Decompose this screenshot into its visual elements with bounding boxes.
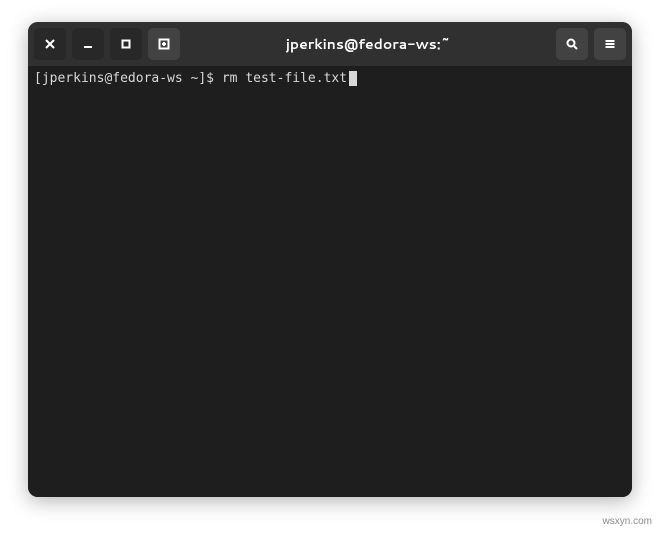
- terminal-prompt: [jperkins@fedora-ws ~]$: [34, 71, 222, 86]
- terminal-cursor: [349, 71, 357, 86]
- terminal-command: rm test-file.txt: [222, 71, 347, 86]
- window-title: jperkins@fedora-ws:~: [186, 34, 550, 54]
- minimize-icon: [81, 37, 95, 51]
- terminal-window: jperkins@fedora-ws:~ [jperkins@fedora-ws…: [28, 22, 632, 497]
- titlebar-right-controls: [556, 28, 626, 60]
- new-tab-button[interactable]: [148, 28, 180, 60]
- titlebar-left-controls: [34, 28, 180, 60]
- terminal-body[interactable]: [jperkins@fedora-ws ~]$ rm test-file.txt: [28, 66, 632, 497]
- close-icon: [43, 37, 57, 51]
- watermark: wsxyn.com: [603, 516, 652, 527]
- search-icon: [565, 37, 579, 51]
- hamburger-icon: [603, 37, 617, 51]
- minimize-button[interactable]: [72, 28, 104, 60]
- search-button[interactable]: [556, 28, 588, 60]
- menu-button[interactable]: [594, 28, 626, 60]
- maximize-icon: [119, 37, 133, 51]
- new-tab-icon: [157, 37, 171, 51]
- close-button[interactable]: [34, 28, 66, 60]
- titlebar: jperkins@fedora-ws:~: [28, 22, 632, 66]
- maximize-button[interactable]: [110, 28, 142, 60]
